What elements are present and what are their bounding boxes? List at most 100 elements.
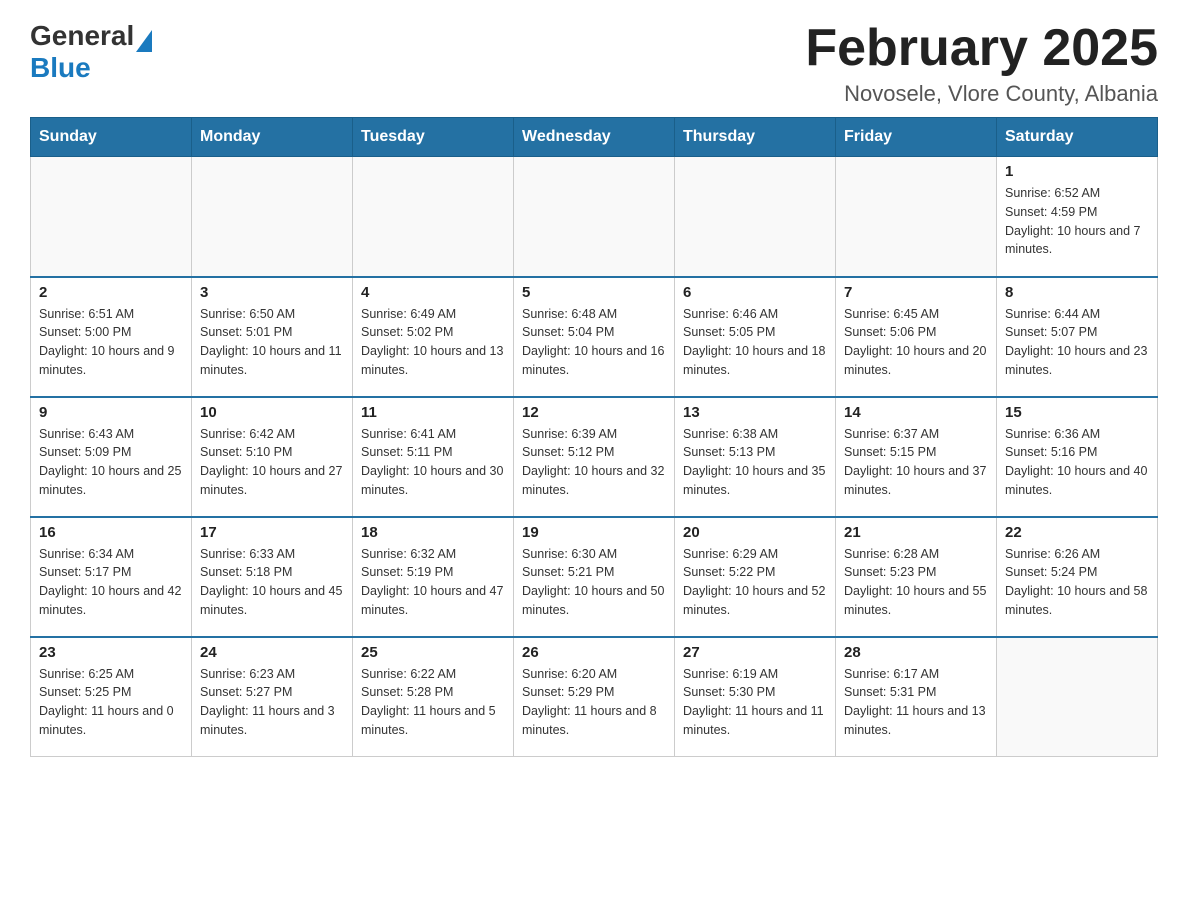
calendar-day-cell: 11Sunrise: 6:41 AM Sunset: 5:11 PM Dayli… [353, 397, 514, 517]
calendar-week-row: 23 Sunrise: 6:25 AM Sunset: 5:25 PM Dayli… [31, 637, 1158, 757]
day-number: 20 [683, 524, 827, 541]
day-info: Sunrise: 6:46 AM Sunset: 5:05 PM Dayligh… [683, 305, 827, 380]
calendar-day-header: Monday [192, 118, 353, 157]
calendar-day-header: Thursday [675, 118, 836, 157]
calendar-day-cell: 20 Sunrise: 6:29 AM Sunset: 5:22 PM Dayli… [675, 517, 836, 637]
day-info: Sunrise: 6:48 AM Sunset: 5:04 PM Dayligh… [522, 305, 666, 380]
calendar-day-cell: 5 Sunrise: 6:48 AM Sunset: 5:04 PM Daylig… [514, 277, 675, 397]
calendar-day-cell: 14Sunrise: 6:37 AM Sunset: 5:15 PM Dayli… [836, 397, 997, 517]
day-number: 25 [361, 644, 505, 661]
day-info: Sunrise: 6:29 AM Sunset: 5:22 PM Dayligh… [683, 545, 827, 620]
day-number: 5 [522, 284, 666, 301]
calendar-week-row: 2Sunrise: 6:51 AM Sunset: 5:00 PM Daylig… [31, 277, 1158, 397]
calendar-day-cell: 16 Sunrise: 6:34 AM Sunset: 5:17 PM Dayli… [31, 517, 192, 637]
day-number: 8 [1005, 284, 1149, 301]
day-number: 10 [200, 404, 344, 421]
day-number: 3 [200, 284, 344, 301]
day-number: 16 [39, 524, 183, 541]
day-number: 27 [683, 644, 827, 661]
calendar-title: February 2025 [805, 20, 1158, 77]
day-info: Sunrise: 6:19 AM Sunset: 5:30 PM Dayligh… [683, 665, 827, 740]
calendar-day-cell: 24 Sunrise: 6:23 AM Sunset: 5:27 PM Dayli… [192, 637, 353, 757]
calendar-day-cell: 21 Sunrise: 6:28 AM Sunset: 5:23 PM Dayli… [836, 517, 997, 637]
calendar-day-header: Saturday [997, 118, 1158, 157]
calendar-day-cell: 22 Sunrise: 6:26 AM Sunset: 5:24 PM Dayli… [997, 517, 1158, 637]
day-info: Sunrise: 6:36 AM Sunset: 5:16 PM Dayligh… [1005, 425, 1149, 500]
calendar-day-cell: 28 Sunrise: 6:17 AM Sunset: 5:31 PM Dayli… [836, 637, 997, 757]
day-info: Sunrise: 6:39 AM Sunset: 5:12 PM Dayligh… [522, 425, 666, 500]
calendar-day-cell: 27 Sunrise: 6:19 AM Sunset: 5:30 PM Dayli… [675, 637, 836, 757]
day-number: 4 [361, 284, 505, 301]
day-info: Sunrise: 6:33 AM Sunset: 5:18 PM Dayligh… [200, 545, 344, 620]
day-number: 1 [1005, 163, 1149, 180]
day-number: 7 [844, 284, 988, 301]
day-info: Sunrise: 6:50 AM Sunset: 5:01 PM Dayligh… [200, 305, 344, 380]
logo-blue-text: Blue [30, 52, 152, 84]
day-info: Sunrise: 6:41 AM Sunset: 5:11 PM Dayligh… [361, 425, 505, 500]
calendar-day-cell: 9Sunrise: 6:43 AM Sunset: 5:09 PM Daylig… [31, 397, 192, 517]
calendar-week-row: 16 Sunrise: 6:34 AM Sunset: 5:17 PM Dayli… [31, 517, 1158, 637]
calendar-day-cell: 12Sunrise: 6:39 AM Sunset: 5:12 PM Dayli… [514, 397, 675, 517]
page-header: General Blue February 2025 Novosele, Vlo… [30, 20, 1158, 107]
logo-general-text: General [30, 20, 134, 52]
day-number: 21 [844, 524, 988, 541]
day-info: Sunrise: 6:17 AM Sunset: 5:31 PM Dayligh… [844, 665, 988, 740]
calendar-day-cell: 18Sunrise: 6:32 AM Sunset: 5:19 PM Dayli… [353, 517, 514, 637]
logo: General Blue [30, 20, 152, 84]
day-info: Sunrise: 6:26 AM Sunset: 5:24 PM Dayligh… [1005, 545, 1149, 620]
calendar-day-cell [192, 157, 353, 277]
day-info: Sunrise: 6:25 AM Sunset: 5:25 PM Dayligh… [39, 665, 183, 740]
day-number: 23 [39, 644, 183, 661]
day-number: 17 [200, 524, 344, 541]
calendar-day-cell: 6 Sunrise: 6:46 AM Sunset: 5:05 PM Daylig… [675, 277, 836, 397]
calendar-day-header: Tuesday [353, 118, 514, 157]
day-info: Sunrise: 6:49 AM Sunset: 5:02 PM Dayligh… [361, 305, 505, 380]
day-number: 22 [1005, 524, 1149, 541]
day-info: Sunrise: 6:42 AM Sunset: 5:10 PM Dayligh… [200, 425, 344, 500]
calendar-header: SundayMondayTuesdayWednesdayThursdayFrid… [31, 118, 1158, 157]
day-number: 14 [844, 404, 988, 421]
day-number: 2 [39, 284, 183, 301]
calendar-day-cell: 17 Sunrise: 6:33 AM Sunset: 5:18 PM Dayli… [192, 517, 353, 637]
calendar-day-header: Wednesday [514, 118, 675, 157]
calendar-day-cell: 25 Sunrise: 6:22 AM Sunset: 5:28 PM Dayli… [353, 637, 514, 757]
calendar-day-cell [31, 157, 192, 277]
calendar-day-cell: 2Sunrise: 6:51 AM Sunset: 5:00 PM Daylig… [31, 277, 192, 397]
calendar-day-cell: 23 Sunrise: 6:25 AM Sunset: 5:25 PM Dayli… [31, 637, 192, 757]
day-info: Sunrise: 6:38 AM Sunset: 5:13 PM Dayligh… [683, 425, 827, 500]
calendar-day-cell: 4 Sunrise: 6:49 AM Sunset: 5:02 PM Daylig… [353, 277, 514, 397]
calendar-body: 1Sunrise: 6:52 AM Sunset: 4:59 PM Daylig… [31, 157, 1158, 757]
calendar-day-cell: 19Sunrise: 6:30 AM Sunset: 5:21 PM Dayli… [514, 517, 675, 637]
day-info: Sunrise: 6:22 AM Sunset: 5:28 PM Dayligh… [361, 665, 505, 740]
day-info: Sunrise: 6:45 AM Sunset: 5:06 PM Dayligh… [844, 305, 988, 380]
day-number: 13 [683, 404, 827, 421]
calendar-day-cell: 3 Sunrise: 6:50 AM Sunset: 5:01 PM Daylig… [192, 277, 353, 397]
calendar-day-cell [514, 157, 675, 277]
day-info: Sunrise: 6:23 AM Sunset: 5:27 PM Dayligh… [200, 665, 344, 740]
day-info: Sunrise: 6:28 AM Sunset: 5:23 PM Dayligh… [844, 545, 988, 620]
calendar-day-cell: 7 Sunrise: 6:45 AM Sunset: 5:06 PM Daylig… [836, 277, 997, 397]
calendar-week-row: 1Sunrise: 6:52 AM Sunset: 4:59 PM Daylig… [31, 157, 1158, 277]
calendar-week-row: 9Sunrise: 6:43 AM Sunset: 5:09 PM Daylig… [31, 397, 1158, 517]
day-info: Sunrise: 6:34 AM Sunset: 5:17 PM Dayligh… [39, 545, 183, 620]
day-info: Sunrise: 6:44 AM Sunset: 5:07 PM Dayligh… [1005, 305, 1149, 380]
calendar-subtitle: Novosele, Vlore County, Albania [805, 81, 1158, 107]
day-info: Sunrise: 6:30 AM Sunset: 5:21 PM Dayligh… [522, 545, 666, 620]
calendar-table: SundayMondayTuesdayWednesdayThursdayFrid… [30, 117, 1158, 757]
day-number: 6 [683, 284, 827, 301]
calendar-day-header: Friday [836, 118, 997, 157]
day-number: 15 [1005, 404, 1149, 421]
calendar-day-header: Sunday [31, 118, 192, 157]
day-number: 28 [844, 644, 988, 661]
day-number: 26 [522, 644, 666, 661]
calendar-day-cell: 15 Sunrise: 6:36 AM Sunset: 5:16 PM Dayli… [997, 397, 1158, 517]
day-number: 18 [361, 524, 505, 541]
logo-triangle-icon [136, 30, 152, 52]
day-number: 9 [39, 404, 183, 421]
calendar-title-block: February 2025 Novosele, Vlore County, Al… [805, 20, 1158, 107]
day-number: 24 [200, 644, 344, 661]
calendar-day-cell: 26Sunrise: 6:20 AM Sunset: 5:29 PM Dayli… [514, 637, 675, 757]
calendar-day-cell: 10 Sunrise: 6:42 AM Sunset: 5:10 PM Dayli… [192, 397, 353, 517]
calendar-day-cell: 1Sunrise: 6:52 AM Sunset: 4:59 PM Daylig… [997, 157, 1158, 277]
calendar-header-row: SundayMondayTuesdayWednesdayThursdayFrid… [31, 118, 1158, 157]
